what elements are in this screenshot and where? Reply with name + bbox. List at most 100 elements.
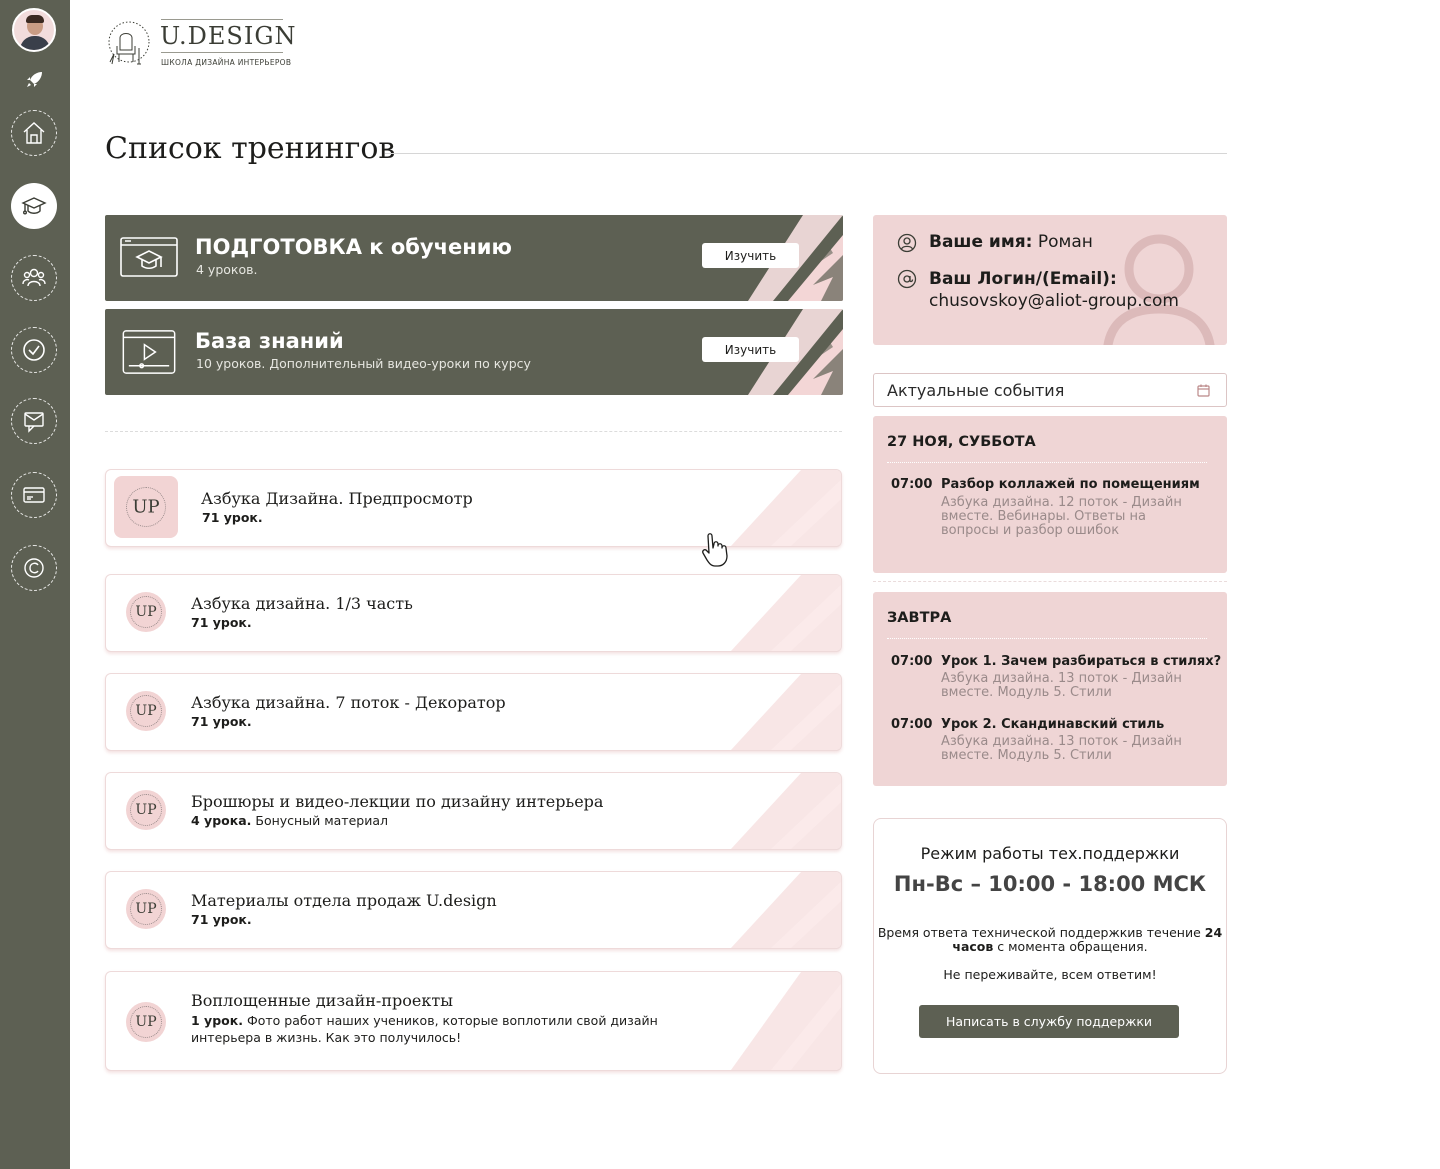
lesson-count: 71 урок. <box>191 912 252 927</box>
course-logo-badge: UP <box>114 476 178 538</box>
avatar-hair <box>26 15 44 23</box>
support-card: Режим работы тех.поддержки Пн-Вс – 10:00… <box>873 818 1227 1074</box>
events-filter-select[interactable]: Актуальные события <box>873 373 1227 407</box>
course-title: Воплощенные дизайн-проекты <box>191 991 453 1010</box>
study-button[interactable]: Изучить <box>702 337 799 362</box>
course-title: Материалы отдела продаж U.design <box>191 891 497 910</box>
brush-stroke-decoration <box>731 470 841 546</box>
name-label: Ваше имя: <box>929 232 1033 252</box>
support-text-after: с момента обращения. <box>993 939 1148 954</box>
badge-text: UP <box>135 703 157 719</box>
course-title: Брошюры и видео-лекции по дизайну интерь… <box>191 792 604 811</box>
course-title: Азбука Дизайна. Предпросмотр <box>201 489 473 508</box>
calendar-icon <box>1197 384 1210 397</box>
event-time: 07:00 <box>891 477 933 492</box>
brush-stroke-decoration <box>731 575 841 651</box>
event-day-title: ЗАВТРА <box>887 610 952 626</box>
course-logo-badge: UP <box>126 889 166 929</box>
login-label: Ваш Логин/(Email): <box>929 269 1117 289</box>
event-separator <box>887 462 1207 463</box>
users-icon <box>22 268 46 287</box>
check-circle-icon <box>23 339 45 361</box>
profile-card: Ваше имя: Роман Ваш Логин/(Email): chuso… <box>873 215 1227 345</box>
nav-messages[interactable] <box>11 398 57 444</box>
avatar-body <box>20 36 50 50</box>
credit-card-icon <box>23 487 45 503</box>
event-description: Азбука дизайна. 13 поток - Дизайн вместе… <box>941 671 1182 700</box>
featured-card-knowledge-base[interactable]: База знаний 10 уроков. Дополнительный ви… <box>105 309 843 395</box>
study-button[interactable]: Изучить <box>702 243 799 268</box>
course-logo-badge: UP <box>126 790 166 830</box>
lesson-count: 71 урок. <box>191 615 252 630</box>
login-value: chusovskoy@aliot-group.com <box>929 291 1179 311</box>
badge-text: UP <box>135 1014 157 1030</box>
lesson-count: 71 урок. <box>202 510 263 525</box>
badge-text: UP <box>135 604 157 620</box>
event-time: 07:00 <box>891 717 933 732</box>
course-card[interactable]: UP Материалы отдела продаж U.design 71 у… <box>105 871 842 949</box>
course-note: Фото работ наших учеников, которые вопло… <box>191 1013 658 1045</box>
profile-name-row: Ваше имя: Роман <box>929 232 1093 252</box>
monitor-cap-icon <box>120 237 178 277</box>
events-divider <box>873 581 1227 582</box>
logo-title: U.DESIGN <box>160 22 297 50</box>
badge-text: UP <box>135 901 157 917</box>
nav-copyright[interactable] <box>11 545 57 591</box>
event-title[interactable]: Разбор коллажей по помещениям <box>941 477 1200 492</box>
logo-subtitle: ШКОЛА ДИЗАЙНА ИНТЕРЬЕРОВ <box>161 58 292 67</box>
logo-top-rule <box>161 19 283 20</box>
lesson-count: 1 урок. <box>191 1013 243 1028</box>
course-title: Азбука дизайна. 1/3 часть <box>191 594 413 613</box>
course-card[interactable]: UP Брошюры и видео-лекции по дизайну инт… <box>105 772 842 850</box>
support-title: Режим работы тех.поддержки <box>920 844 1180 863</box>
profile-login-label: Ваш Логин/(Email): <box>929 269 1117 289</box>
page-title: Список тренингов <box>105 131 396 166</box>
badge-text: UP <box>135 802 157 818</box>
person-silhouette-icon <box>1103 234 1215 345</box>
featured-title: ПОДГОТОВКА к обучению <box>195 235 512 259</box>
course-card[interactable]: UP Азбука дизайна. 1/3 часть 71 урок. <box>105 574 842 652</box>
armchair-logo-icon <box>108 21 150 65</box>
event-separator <box>887 638 1207 639</box>
support-reassurance: Не переживайте, всем ответим! <box>943 967 1157 982</box>
events-day-block: ЗАВТРА 07:00 Урок 1. Зачем разбираться в… <box>873 592 1227 786</box>
brush-stroke-decoration <box>731 972 841 1070</box>
nav-payments[interactable] <box>11 472 57 518</box>
nav-home[interactable] <box>11 110 57 156</box>
events-select-label: Актуальные события <box>887 381 1065 400</box>
events-day-block: 27 НОЯ, СУББОТА 07:00 Разбор коллажей по… <box>873 416 1227 573</box>
support-hours: Пн-Вс – 10:00 - 18:00 МСК <box>893 872 1207 896</box>
brand-logo[interactable]: U.DESIGN ШКОЛА ДИЗАЙНА ИНТЕРЬЕРОВ <box>106 18 296 70</box>
event-title[interactable]: Урок 2. Скандинавский стиль <box>941 717 1164 732</box>
contact-support-button[interactable]: Написать в службу поддержки <box>919 1005 1179 1038</box>
nav-tasks[interactable] <box>11 327 57 373</box>
featured-subtitle: 10 уроков. Дополнительный видео-уроки по… <box>196 356 531 371</box>
video-player-icon <box>122 330 176 374</box>
user-avatar[interactable] <box>12 8 56 52</box>
event-title[interactable]: Урок 1. Зачем разбираться в стилях? <box>941 654 1221 669</box>
course-meta: 71 урок. <box>191 912 252 927</box>
event-time: 07:00 <box>891 654 933 669</box>
name-value: Роман <box>1037 232 1093 252</box>
rocket-icon[interactable] <box>25 69 45 89</box>
support-response-text: Время ответа технической поддержкив тече… <box>874 926 1226 954</box>
hand-pointer-icon <box>702 533 728 567</box>
featured-card-preparation[interactable]: ПОДГОТОВКА к обучению 4 уроков. Изучить <box>105 215 843 301</box>
course-logo-badge: UP <box>126 691 166 731</box>
support-text-before: Время ответа технической поддержкив тече… <box>877 925 1205 940</box>
course-card[interactable]: UP Азбука дизайна. 7 поток - Декоратор 7… <box>105 673 842 751</box>
copyright-icon <box>24 558 44 578</box>
section-divider <box>105 431 842 432</box>
nav-trainings[interactable] <box>11 183 57 229</box>
home-icon <box>23 122 45 144</box>
course-meta: 71 урок. <box>191 615 252 630</box>
course-meta: 71 урок. <box>202 510 263 525</box>
event-description: Азбука дизайна. 12 поток - Дизайн вместе… <box>941 495 1182 538</box>
title-divider <box>385 153 1227 154</box>
course-meta: 1 урок. Фото работ наших учеников, котор… <box>191 1012 661 1046</box>
course-logo-badge: UP <box>126 592 166 632</box>
course-card[interactable]: UP Воплощенные дизайн-проекты 1 урок. Фо… <box>105 971 842 1071</box>
course-meta: 71 урок. <box>191 714 252 729</box>
event-day-title: 27 НОЯ, СУББОТА <box>887 434 1036 450</box>
nav-community[interactable] <box>11 255 57 301</box>
